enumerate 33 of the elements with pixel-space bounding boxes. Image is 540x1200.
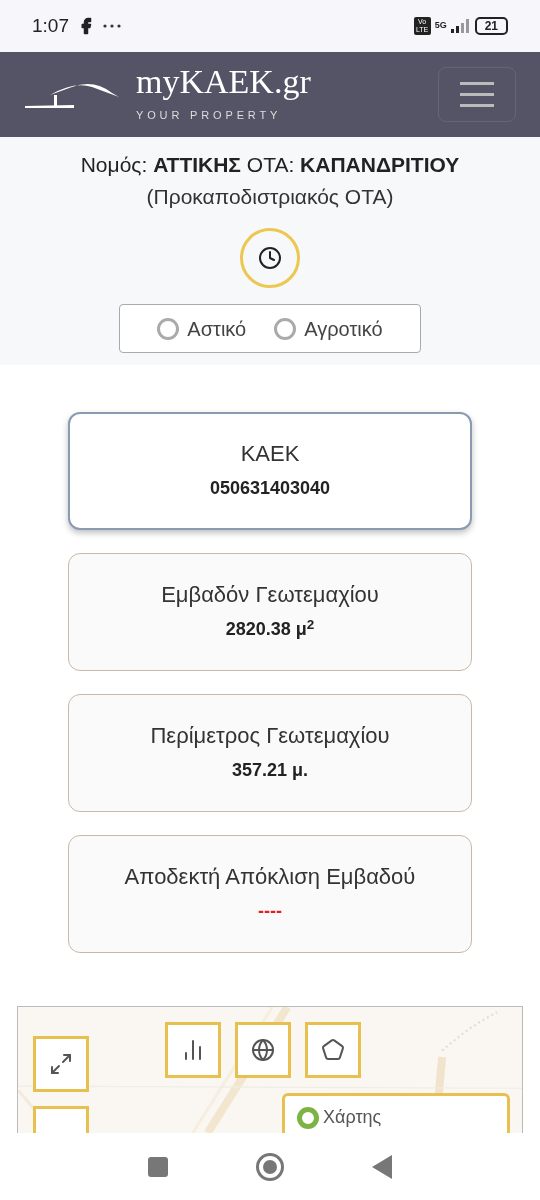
battery-level: 21 xyxy=(474,17,508,35)
expand-icon xyxy=(49,1052,73,1076)
clock-icon xyxy=(258,246,282,270)
more-icon xyxy=(103,24,121,28)
history-button[interactable] xyxy=(240,228,300,288)
polygon-button[interactable] xyxy=(305,1022,361,1078)
card-value: 357.21 μ. xyxy=(231,759,309,783)
home-button[interactable] xyxy=(256,1152,284,1181)
clock-time: 1:07 xyxy=(32,13,69,38)
fullscreen-button[interactable] xyxy=(33,1036,89,1092)
pentagon-icon xyxy=(321,1038,345,1062)
signal-icon xyxy=(450,19,471,33)
brand-name[interactable]: myKAEK.gr xyxy=(136,65,311,100)
card-title: Εμβαδόν Γεωτεμαχίου xyxy=(161,580,379,609)
location-subline: (Προκαποδιστριακός ΟΤΑ) xyxy=(146,183,394,210)
card-value: 050631403040 xyxy=(209,477,331,501)
card-value: ---- xyxy=(258,900,282,924)
recents-button[interactable] xyxy=(148,1156,168,1177)
network-type: 5G xyxy=(434,19,447,33)
menu-button[interactable] xyxy=(438,67,516,122)
location-line: Νομός: ΑΤΤΙΚΗΣ ΟΤΑ: ΚΑΠΑΝΔΡΙΤΙΟΥ xyxy=(80,152,460,178)
radio-option[interactable]: Αστικό xyxy=(157,313,247,344)
card-title: Αποδεκτή Απόκλιση Εμβαδού xyxy=(124,862,416,891)
chart-button[interactable] xyxy=(165,1022,221,1078)
back-button[interactable] xyxy=(372,1154,392,1179)
radio-option[interactable]: Αγροτικό xyxy=(274,313,383,344)
brand-tagline: YOUR PROPERTY xyxy=(136,108,283,124)
globe-button[interactable] xyxy=(235,1022,291,1078)
globe-icon xyxy=(251,1038,275,1062)
card-value: 2820.38 μ$^{2}$ xyxy=(225,616,315,642)
layer-option[interactable]: Χάρτης xyxy=(297,1104,495,1131)
card-title: ΚΑΕΚ xyxy=(240,439,300,468)
card-title: Περίμετρος Γεωτεμαχίου xyxy=(150,721,390,750)
